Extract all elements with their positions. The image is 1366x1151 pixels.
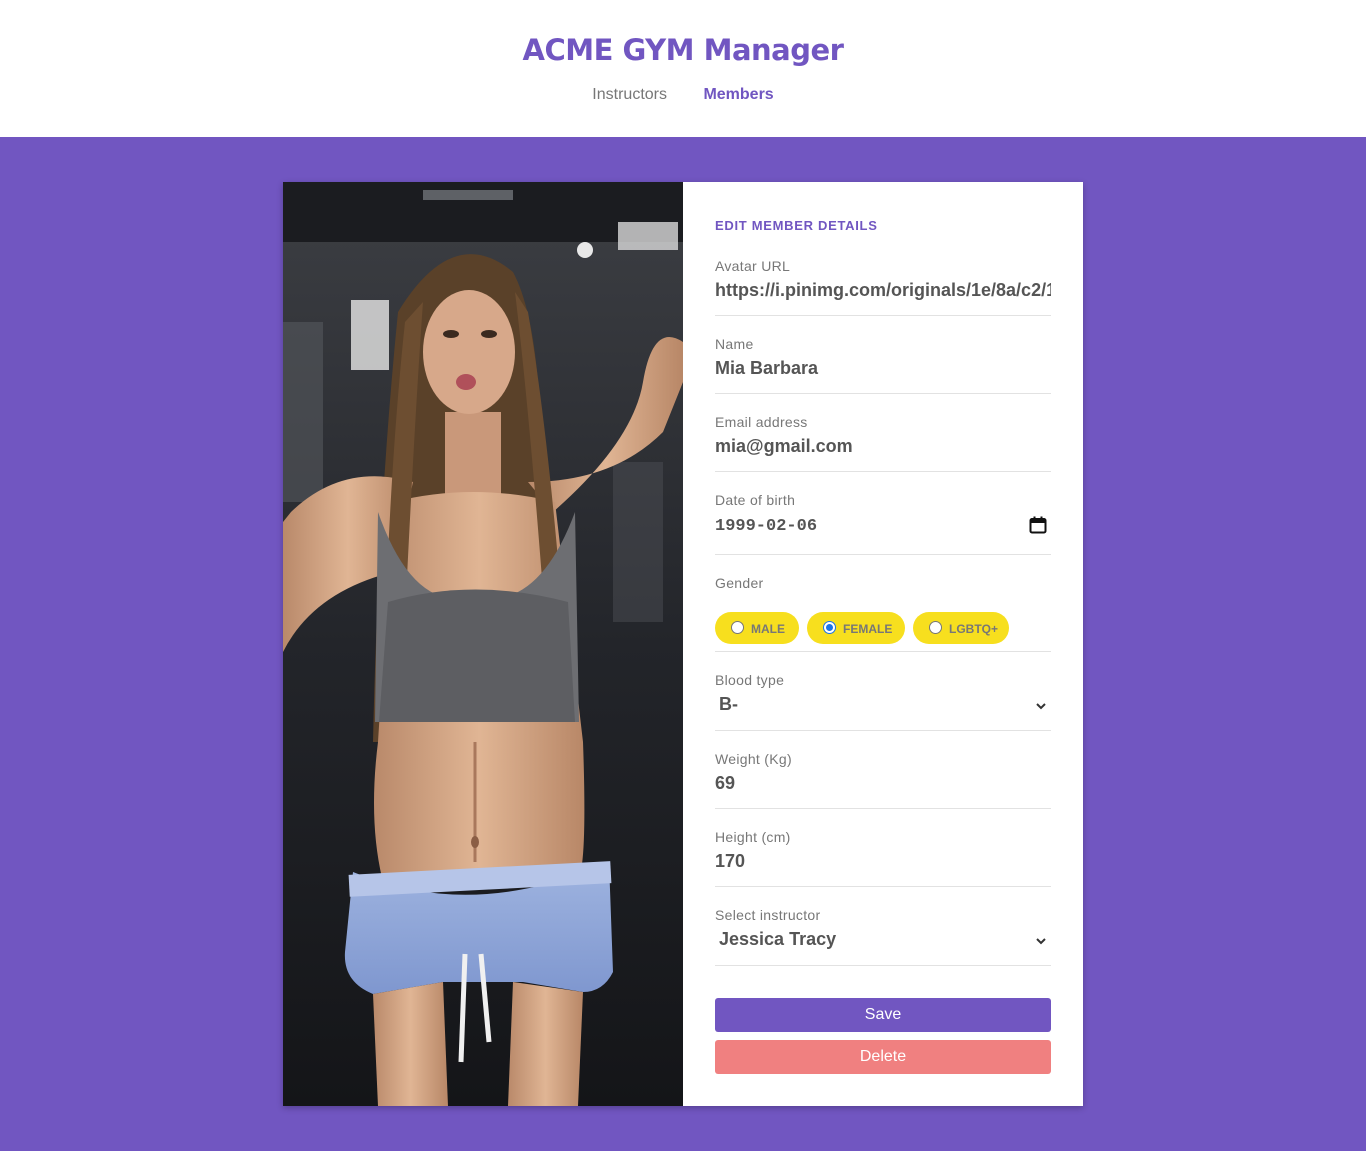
gender-option-lgbtq[interactable]: LGBTQ+ xyxy=(913,612,1009,644)
birth-date-input[interactable] xyxy=(715,517,1051,536)
name-field: Name xyxy=(715,336,1051,394)
height-label: Height (cm) xyxy=(715,829,791,845)
save-button[interactable]: Save xyxy=(715,998,1051,1032)
email-input[interactable] xyxy=(715,436,1051,457)
calendar-icon[interactable] xyxy=(1029,516,1047,534)
gender-option-female[interactable]: FEMALE xyxy=(807,612,905,644)
gender-option-male[interactable]: MALE xyxy=(715,612,799,644)
nav-instructors-link[interactable]: Instructors xyxy=(592,86,667,104)
app-title: ACME GYM Manager xyxy=(522,33,844,67)
weight-label: Weight (Kg) xyxy=(715,751,792,767)
height-field: Height (cm) xyxy=(715,829,1051,887)
birth-date-field: Date of birth xyxy=(715,492,1051,555)
app-header: ACME GYM Manager Instructors Members xyxy=(0,0,1366,137)
name-input[interactable] xyxy=(715,358,1051,379)
blood-type-select[interactable]: B- xyxy=(719,694,1055,715)
instructor-label: Select instructor xyxy=(715,907,821,923)
height-input[interactable] xyxy=(715,851,1051,872)
gender-label: Gender xyxy=(715,575,764,591)
gender-option-label: LGBTQ+ xyxy=(949,622,999,636)
gender-field: Gender MALE FEMALE LGBTQ+ xyxy=(715,575,1051,652)
chevron-down-icon[interactable] xyxy=(1035,700,1047,712)
instructor-field: Select instructor Jessica Tracy xyxy=(715,907,1051,966)
member-card: EDIT MEMBER DETAILS Avatar URL Name Emai… xyxy=(283,182,1083,1106)
gender-option-label: FEMALE xyxy=(843,622,893,636)
birth-date-label: Date of birth xyxy=(715,492,796,508)
instructor-select[interactable]: Jessica Tracy xyxy=(719,929,1055,950)
weight-field: Weight (Kg) xyxy=(715,751,1051,809)
blood-type-field: Blood type B- xyxy=(715,672,1051,731)
avatar-url-input[interactable] xyxy=(715,280,1051,301)
main-nav: Instructors Members xyxy=(0,86,1366,104)
avatar-url-field: Avatar URL xyxy=(715,258,1051,316)
chevron-down-icon[interactable] xyxy=(1035,935,1047,947)
avatar-url-label: Avatar URL xyxy=(715,258,791,274)
radio-lgbtq[interactable] xyxy=(929,621,942,634)
name-label: Name xyxy=(715,336,754,352)
email-label: Email address xyxy=(715,414,808,430)
gender-option-label: MALE xyxy=(751,622,785,636)
radio-male[interactable] xyxy=(731,621,744,634)
email-field: Email address xyxy=(715,414,1051,472)
nav-members-link[interactable]: Members xyxy=(703,86,773,104)
form-heading: EDIT MEMBER DETAILS xyxy=(715,218,878,233)
delete-button[interactable]: Delete xyxy=(715,1040,1051,1074)
weight-input[interactable] xyxy=(715,773,1051,794)
member-avatar-image xyxy=(283,182,683,1106)
blood-type-label: Blood type xyxy=(715,672,785,688)
radio-female[interactable] xyxy=(823,621,836,634)
